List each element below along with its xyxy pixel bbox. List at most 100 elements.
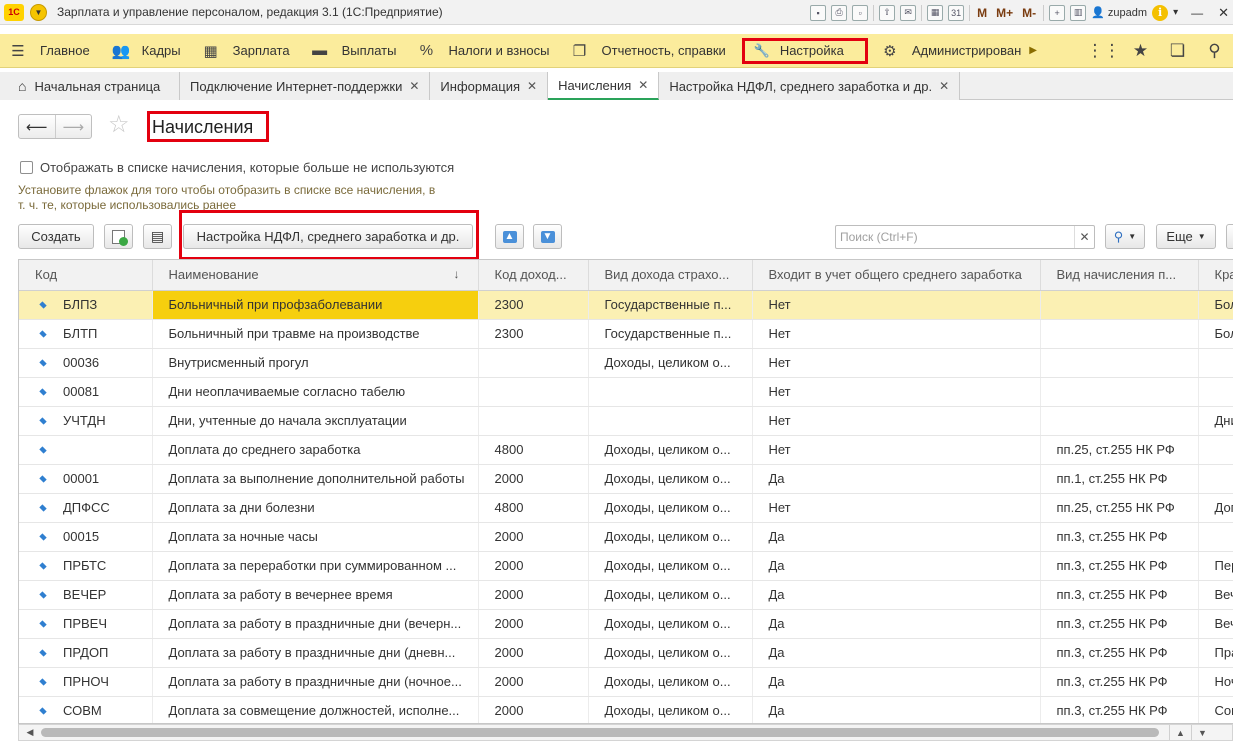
table-row[interactable]: Доплата до среднего заработка 4800 Доходы,…: [19, 435, 1233, 465]
save-icon[interactable]: ▪: [810, 4, 827, 21]
cell-code[interactable]: 00036: [19, 348, 153, 378]
column-header-accrual-type[interactable]: Вид начисления п...: [1040, 260, 1199, 291]
cell-income-code[interactable]: 2000: [478, 551, 589, 581]
cell-accrual-type[interactable]: пп.3, ст.255 НК РФ: [1040, 638, 1199, 668]
cell-income-code[interactable]: [478, 406, 589, 436]
cell-income-code[interactable]: 2000: [478, 464, 589, 494]
back-arrow-icon[interactable]: ⟵: [19, 115, 55, 138]
cell-code[interactable]: ДПФСС: [19, 493, 153, 523]
close-icon[interactable]: ✕: [409, 79, 419, 93]
cell-accrual-type[interactable]: [1040, 319, 1199, 349]
memory-button[interactable]: M: [975, 6, 989, 20]
cell-accrual-type[interactable]: пп.3, ст.255 НК РФ: [1040, 696, 1199, 723]
cell-income-code[interactable]: 2000: [478, 638, 589, 668]
cell-insurance-income-type[interactable]: Доходы, целиком о...: [588, 493, 753, 523]
cell-code[interactable]: ПРНОЧ: [19, 667, 153, 697]
show-unused-checkbox[interactable]: [20, 161, 33, 174]
cell-accrual-type[interactable]: [1040, 290, 1199, 320]
cell-average-earnings[interactable]: Нет: [752, 435, 1041, 465]
table-row[interactable]: СОВМ Доплата за совмещение должностей, ис…: [19, 696, 1233, 723]
horizontal-scrollbar[interactable]: ◀ ▲ ▼: [18, 724, 1233, 741]
search-input[interactable]: [836, 226, 1074, 248]
table-row[interactable]: ВЕЧЕР Доплата за работу в вечернее время 2…: [19, 580, 1233, 610]
preview-icon[interactable]: ▫: [852, 4, 869, 21]
table-row[interactable]: ДПФСС Доплата за дни болезни 4800 Доходы, ц…: [19, 493, 1233, 523]
cell-average-earnings[interactable]: Нет: [752, 348, 1041, 378]
panels-icon[interactable]: ▥: [1070, 4, 1087, 21]
column-header-name[interactable]: Наименование ↓: [152, 260, 479, 291]
scroll-left-icon[interactable]: ◀: [19, 725, 41, 740]
table-row[interactable]: УЧТДН Дни, учтенные до начала эксплуатаци…: [19, 406, 1233, 436]
cell-average-earnings[interactable]: Да: [752, 580, 1041, 610]
cell-short[interactable]: [1198, 377, 1233, 407]
cell-code[interactable]: [19, 435, 153, 465]
cell-insurance-income-type[interactable]: Доходы, целиком о...: [588, 435, 753, 465]
cell-average-earnings[interactable]: Да: [752, 464, 1041, 494]
table-row[interactable]: 00036 Внутрисменный прогул Доходы, целиком…: [19, 348, 1233, 378]
more-button[interactable]: Еще ▼: [1156, 224, 1216, 249]
minimize-icon[interactable]: —: [1191, 6, 1203, 20]
cell-short[interactable]: [1198, 348, 1233, 378]
clear-search-icon[interactable]: ✕: [1074, 226, 1094, 248]
cell-name[interactable]: Больничный при травме на производстве: [152, 319, 479, 349]
cell-short[interactable]: Ноч: [1198, 667, 1233, 697]
column-header-income-code[interactable]: Код доход...: [478, 260, 589, 291]
favorite-star-icon[interactable]: ☆: [108, 110, 130, 139]
cell-income-code[interactable]: [478, 377, 589, 407]
cell-income-code[interactable]: 2000: [478, 696, 589, 723]
zoom-icon[interactable]: +: [1049, 4, 1066, 21]
table-row[interactable]: ПРНОЧ Доплата за работу в праздничные дни…: [19, 667, 1233, 697]
move-down-button[interactable]: ▼: [533, 224, 562, 249]
tab-ndfl-settings[interactable]: Настройка НДФЛ, среднего заработка и др.…: [659, 72, 961, 100]
section-reports[interactable]: ❐ Отчетность, справки: [562, 34, 738, 68]
extra-button[interactable]: [1226, 224, 1233, 249]
cell-short[interactable]: Доп: [1198, 493, 1233, 523]
table-row[interactable]: ПРБТС Доплата за переработки при суммиров…: [19, 551, 1233, 581]
close-window-icon[interactable]: ✕: [1218, 5, 1229, 21]
cell-short[interactable]: Веч: [1198, 609, 1233, 639]
table-row[interactable]: 00015 Доплата за ночные часы 2000 Доходы, ц…: [19, 522, 1233, 552]
section-settings[interactable]: 🔧 Настройка: [738, 34, 872, 68]
cell-insurance-income-type[interactable]: Доходы, целиком о...: [588, 580, 753, 610]
cell-average-earnings[interactable]: Нет: [752, 319, 1041, 349]
cell-code[interactable]: БЛПЗ: [19, 290, 153, 320]
cell-code[interactable]: БЛТП: [19, 319, 153, 349]
cell-income-code[interactable]: [478, 348, 589, 378]
scroll-right-icon[interactable]: ▶: [1029, 45, 1037, 56]
cell-short[interactable]: Бол: [1198, 290, 1233, 320]
cell-accrual-type[interactable]: пп.25, ст.255 НК РФ: [1040, 435, 1199, 465]
cell-average-earnings[interactable]: Нет: [752, 406, 1041, 436]
cell-insurance-income-type[interactable]: Доходы, целиком о...: [588, 638, 753, 668]
cell-insurance-income-type[interactable]: Доходы, целиком о...: [588, 348, 753, 378]
cell-code[interactable]: ПРВЕЧ: [19, 609, 153, 639]
cell-code[interactable]: ПРДОП: [19, 638, 153, 668]
mail-icon[interactable]: ✉: [900, 4, 917, 21]
cell-insurance-income-type[interactable]: Доходы, целиком о...: [588, 609, 753, 639]
cell-code[interactable]: ВЕЧЕР: [19, 580, 153, 610]
cell-average-earnings[interactable]: Нет: [752, 290, 1041, 320]
table-row[interactable]: ПРДОП Доплата за работу в праздничные дни…: [19, 638, 1233, 668]
cell-income-code[interactable]: 2000: [478, 667, 589, 697]
cell-code[interactable]: 00015: [19, 522, 153, 552]
cell-income-code[interactable]: 2000: [478, 609, 589, 639]
cell-accrual-type[interactable]: [1040, 377, 1199, 407]
cell-insurance-income-type[interactable]: Доходы, целиком о...: [588, 551, 753, 581]
cell-name[interactable]: Доплата за работу в праздничные дни (ноч…: [152, 667, 479, 697]
cell-accrual-type[interactable]: пп.25, ст.255 НК РФ: [1040, 493, 1199, 523]
cell-code[interactable]: УЧТДН: [19, 406, 153, 436]
column-header-code[interactable]: Код: [19, 260, 153, 291]
cell-income-code[interactable]: 2000: [478, 522, 589, 552]
cell-average-earnings[interactable]: Да: [752, 638, 1041, 668]
cell-name[interactable]: Внутрисменный прогул: [152, 348, 479, 378]
tab-internet-support[interactable]: Подключение Интернет-поддержки ✕: [180, 72, 431, 100]
cell-name[interactable]: Доплата до среднего заработка: [152, 435, 479, 465]
cell-income-code[interactable]: 4800: [478, 435, 589, 465]
table-row[interactable]: 00081 Дни неоплачиваемые согласно табелю Н…: [19, 377, 1233, 407]
cell-insurance-income-type[interactable]: Доходы, целиком о...: [588, 464, 753, 494]
cell-short[interactable]: Сов: [1198, 696, 1233, 723]
history-icon[interactable]: ❏: [1159, 41, 1196, 61]
memory-plus-button[interactable]: M+: [994, 6, 1015, 20]
tab-information[interactable]: Информация ✕: [430, 72, 549, 100]
section-staff[interactable]: 👥 Кадры: [102, 34, 193, 68]
section-taxes[interactable]: % Налоги и взносы: [408, 34, 561, 68]
